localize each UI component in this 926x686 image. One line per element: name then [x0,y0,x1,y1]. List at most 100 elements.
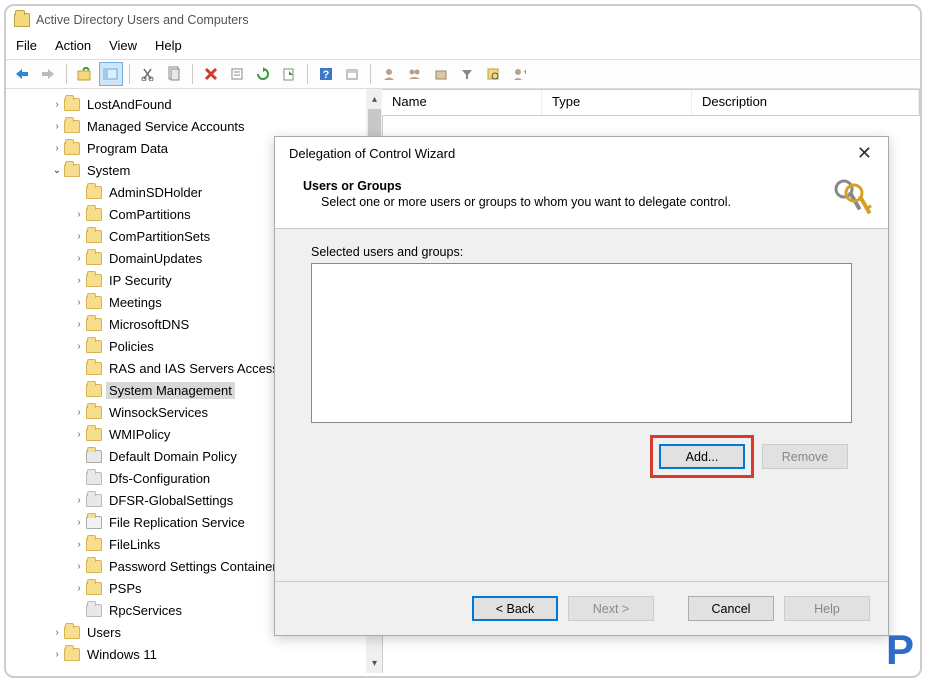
add-highlight: Add... [650,435,754,478]
tree-expand-icon[interactable]: › [72,537,86,551]
forward-icon[interactable] [36,62,60,86]
tree-item[interactable]: ›Windows 11 [6,643,382,665]
tree-expand-icon[interactable]: › [72,295,86,309]
folder-icon [86,538,102,551]
folder-icon [64,120,80,133]
tree-expand-icon[interactable]: › [50,647,64,661]
tree-item-label: Program Data [84,140,171,157]
col-name[interactable]: Name [382,90,542,115]
scroll-down-icon[interactable]: ▾ [366,653,382,673]
properties-icon[interactable] [225,62,249,86]
tree-expand-icon[interactable]: › [72,515,86,529]
scroll-up-icon[interactable]: ▴ [366,89,382,109]
tree-item-label: FileLinks [106,536,163,553]
tree-expand-icon[interactable]: › [72,339,86,353]
next-button: Next > [568,596,654,621]
tree-expand-icon [72,603,86,617]
find-icon[interactable] [481,62,505,86]
delegation-wizard-dialog: Delegation of Control Wizard ✕ Users or … [274,136,889,636]
tree-item-label: RAS and IAS Servers Access [106,360,282,377]
back-icon[interactable] [10,62,34,86]
folder-icon [86,450,102,463]
tree-item[interactable]: › Managed Service Accounts [6,115,382,137]
cancel-button[interactable]: Cancel [688,596,774,621]
tree-expand-icon[interactable]: › [50,141,64,155]
tree-item[interactable]: ›LostAndFound [6,93,382,115]
help-button: Help [784,596,870,621]
tree-expand-icon[interactable]: › [50,625,64,639]
svg-text:?: ? [323,69,330,81]
col-description[interactable]: Description [692,90,919,115]
tree-expand-icon[interactable]: › [72,427,86,441]
group-icon[interactable] [403,62,427,86]
tree-expand-icon[interactable]: › [72,581,86,595]
copy-icon[interactable] [162,62,186,86]
menubar: File Action View Help [6,34,920,59]
folder-icon [86,384,102,397]
tree-item-label: IP Security [106,272,175,289]
tree-item-label: ComPartitionSets [106,228,213,245]
tree-expand-icon [72,449,86,463]
filter-icon[interactable] [455,62,479,86]
user-icon[interactable] [377,62,401,86]
schedule-icon[interactable] [340,62,364,86]
tree-expand-icon[interactable]: › [72,559,86,573]
tree-item-label: System Management [106,382,235,399]
tree-expand-icon[interactable]: › [72,207,86,221]
properties-panel-icon[interactable] [99,62,123,86]
ou-icon[interactable] [429,62,453,86]
tree-expand-icon[interactable]: › [72,317,86,331]
dialog-header: Users or Groups Select one or more users… [275,169,888,229]
folder-icon [86,318,102,331]
tree-expand-icon [72,185,86,199]
tree-item-label: MicrosoftDNS [106,316,192,333]
list-header[interactable]: Name Type Description [382,89,920,116]
tree-expand-icon[interactable]: › [72,251,86,265]
add-user-icon[interactable]: + [507,62,531,86]
menu-action[interactable]: Action [55,38,91,53]
tree-item-label: WinsockServices [106,404,211,421]
svg-text:+: + [523,67,526,77]
help-icon[interactable]: ? [314,62,338,86]
tree-expand-icon[interactable]: ⌄ [50,163,64,177]
col-type[interactable]: Type [542,90,692,115]
cut-icon[interactable] [136,62,160,86]
tree-expand-icon[interactable]: › [72,493,86,507]
menu-help[interactable]: Help [155,38,182,53]
tree-expand-icon [72,471,86,485]
tree-item-label: Users [84,624,124,641]
tree-expand-icon [72,383,86,397]
export-icon[interactable] [277,62,301,86]
folder-icon [86,494,102,507]
menu-file[interactable]: File [16,38,37,53]
add-button[interactable]: Add... [659,444,745,469]
refresh-icon[interactable] [251,62,275,86]
tree-item-label: DomainUpdates [106,250,205,267]
tree-expand-icon[interactable]: › [72,273,86,287]
tree-item-label: File Replication Service [106,514,248,531]
folder-icon [86,296,102,309]
tree-expand-icon[interactable]: › [72,229,86,243]
tree-expand-icon[interactable]: › [72,405,86,419]
window-title: Active Directory Users and Computers [36,13,249,27]
tree-item-label: Policies [106,338,157,355]
titlebar: Active Directory Users and Computers [6,6,920,34]
folder-icon [86,428,102,441]
folder-icon [86,274,102,287]
close-icon[interactable]: ✕ [849,143,880,164]
back-button[interactable]: < Back [472,596,558,621]
tree-expand-icon[interactable]: › [50,97,64,111]
tree-item-label: Meetings [106,294,165,311]
tree-item-label: WMIPolicy [106,426,173,443]
tree-item-label: System [84,162,133,179]
menu-view[interactable]: View [109,38,137,53]
delete-icon[interactable] [199,62,223,86]
tree-expand-icon[interactable]: › [50,119,64,133]
dialog-header-sub: Select one or more users or groups to wh… [321,195,870,209]
up-folder-icon[interactable] [73,62,97,86]
folder-icon [86,582,102,595]
dialog-titlebar[interactable]: Delegation of Control Wizard ✕ [275,137,888,169]
tree-item-label: ComPartitions [106,206,194,223]
tree-item-label: Managed Service Accounts [84,118,248,135]
selected-users-listbox[interactable] [311,263,852,423]
